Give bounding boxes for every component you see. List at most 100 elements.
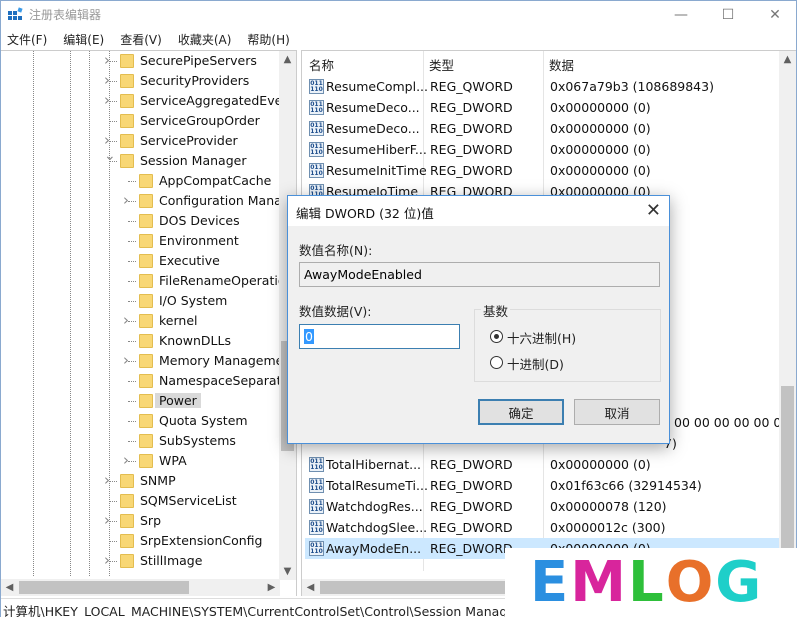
tree-item[interactable]: DOS Devices xyxy=(1,211,281,231)
scroll-right-icon[interactable]: ▶ xyxy=(263,579,280,596)
tree-item[interactable]: › SecurePipeServers xyxy=(1,51,281,71)
tree-item[interactable]: › kernel xyxy=(1,311,281,331)
tree-item-label: Memory Manageme xyxy=(159,353,284,368)
folder-icon xyxy=(139,174,153,188)
tree-item[interactable]: SrpExtensionConfig xyxy=(1,531,281,551)
chevron-right-icon[interactable]: › xyxy=(104,471,114,489)
menu-view[interactable]: 查看(V) xyxy=(114,29,168,49)
chevron-right-icon[interactable]: › xyxy=(104,91,114,109)
chevron-right-icon[interactable]: › xyxy=(123,191,133,209)
tree-item[interactable]: SubSystems xyxy=(1,431,281,451)
chevron-right-icon[interactable]: › xyxy=(123,311,133,329)
tree-item[interactable]: › ServiceAggregatedEven xyxy=(1,91,290,111)
value-row[interactable]: 011 110 ResumeDeco... REG_DWORD 0x00000000 (… xyxy=(305,118,780,139)
chevron-right-icon[interactable]: › xyxy=(104,551,114,569)
tree-connector xyxy=(109,561,117,562)
tree-connector xyxy=(109,141,117,142)
scroll-up-icon[interactable]: ▲ xyxy=(779,51,796,68)
chevron-right-icon[interactable]: › xyxy=(123,451,133,469)
tree-item[interactable]: KnownDLLs xyxy=(1,331,281,351)
value-row[interactable]: 011 110 WatchdogSlee... REG_DWORD 0x0000012c… xyxy=(305,517,780,538)
chevron-right-icon[interactable]: › xyxy=(104,131,114,149)
tree-connector xyxy=(128,281,136,282)
cancel-button[interactable]: 取消 xyxy=(574,399,660,425)
maximize-button[interactable]: ☐ xyxy=(705,1,751,29)
value-data-field[interactable]: 0 xyxy=(299,324,460,349)
tree-item-label: Environment xyxy=(159,233,239,248)
scroll-left-icon[interactable]: ◀ xyxy=(302,579,319,596)
folder-icon xyxy=(120,74,134,88)
tree-item-label: Power xyxy=(155,393,201,408)
chevron-right-icon[interactable]: › xyxy=(123,351,133,369)
tree-item[interactable]: Executive xyxy=(1,251,281,271)
tree-item[interactable]: SQMServiceList xyxy=(1,491,281,511)
tree-item[interactable]: › Configuration Manag xyxy=(1,191,290,211)
value-name: TotalHibernat... xyxy=(326,457,422,472)
radio-decimal[interactable] xyxy=(490,356,503,369)
tree-item[interactable]: AppCompatCache xyxy=(1,171,281,191)
value-row[interactable]: 011 110 TotalHibernat... REG_DWORD 0x0000000… xyxy=(305,454,780,475)
tree-item[interactable]: › WPA xyxy=(1,451,281,471)
chevron-right-icon[interactable]: › xyxy=(104,51,114,69)
tree-hscroll-thumb[interactable] xyxy=(19,581,189,594)
tree-item[interactable]: › StillImage xyxy=(1,551,281,571)
value-name: ResumeDeco... xyxy=(326,100,420,115)
list-hscroll-thumb[interactable] xyxy=(320,581,520,594)
tree-connector xyxy=(128,261,136,262)
value-name: WatchdogRes... xyxy=(326,499,423,514)
tree-item[interactable]: › Srp xyxy=(1,511,281,531)
tree-item[interactable]: Quota System xyxy=(1,411,281,431)
column-header-type[interactable]: 类型 xyxy=(429,55,454,74)
close-button[interactable]: ✕ xyxy=(752,1,797,29)
scroll-up-icon[interactable]: ▲ xyxy=(279,51,296,68)
radio-hex[interactable] xyxy=(490,330,503,343)
value-row[interactable]: 011 110 ResumeInitTime REG_DWORD 0x00000000 … xyxy=(305,160,780,181)
column-header-data[interactable]: 数据 xyxy=(549,55,574,74)
value-name-field[interactable]: AwayModeEnabled xyxy=(299,262,660,287)
minimize-button[interactable]: — xyxy=(658,1,704,29)
radio-hex-label[interactable]: 十六进制(H) xyxy=(507,328,576,347)
tree-item[interactable]: Environment xyxy=(1,231,281,251)
tree-item[interactable]: FileRenameOperatio xyxy=(1,271,285,291)
tree-item-label: Session Manager xyxy=(140,153,247,168)
menu-favorites[interactable]: 收藏夹(A) xyxy=(172,29,238,49)
value-row[interactable]: 011 110 TotalResumeTi... REG_DWORD 0x01f63c6… xyxy=(305,475,780,496)
status-path: 计算机\HKEY_LOCAL_MACHINE\SYSTEM\CurrentCon… xyxy=(3,604,532,617)
list-vertical-scrollbar[interactable]: ▲ xyxy=(779,51,796,596)
scroll-down-icon[interactable]: ▼ xyxy=(279,563,296,580)
value-type: REG_DWORD xyxy=(430,478,513,493)
binary-value-icon: 011110 xyxy=(309,541,324,556)
tree-item[interactable]: › SecurityProviders xyxy=(1,71,281,91)
value-name: TotalResumeTi... xyxy=(326,478,428,493)
chevron-right-icon[interactable]: › xyxy=(104,511,114,529)
tree-item[interactable]: I/O System xyxy=(1,291,281,311)
scroll-left-icon[interactable]: ◀ xyxy=(1,579,18,596)
folder-icon xyxy=(139,214,153,228)
tree-item[interactable]: ⌄ Session Manager xyxy=(1,148,281,171)
dialog-close-icon[interactable]: ✕ xyxy=(646,200,661,221)
tree-item[interactable]: › Memory Manageme xyxy=(1,351,284,371)
tree-horizontal-scrollbar[interactable]: ◀ ▶ xyxy=(1,579,280,596)
chevron-right-icon[interactable]: › xyxy=(104,71,114,89)
tree-item[interactable]: NamespaceSeparatio xyxy=(1,371,293,391)
value-row[interactable]: 011 110 ResumeHiberF... REG_DWORD 0x00000000… xyxy=(305,139,780,160)
menu-help[interactable]: 帮助(H) xyxy=(241,29,295,49)
menu-file[interactable]: 文件(F) xyxy=(1,29,53,49)
radio-decimal-label[interactable]: 十进制(D) xyxy=(507,354,564,373)
column-header-name[interactable]: 名称 xyxy=(309,55,334,74)
value-row[interactable]: 011 110 ResumeDeco... REG_DWORD 0x00000000 (… xyxy=(305,97,780,118)
value-row[interactable]: 011 110 ResumeCompl... REG_QWORD 0x067a79b3 … xyxy=(305,76,780,97)
tree-item[interactable]: Power xyxy=(1,391,281,411)
tree-item[interactable]: ServiceGroupOrder xyxy=(1,111,281,131)
tree-item[interactable]: › SNMP xyxy=(1,471,281,491)
tree-connector xyxy=(109,81,117,82)
value-row[interactable]: 011 110 WatchdogRes... REG_DWORD 0x00000078 … xyxy=(305,496,780,517)
menu-edit[interactable]: 编辑(E) xyxy=(57,29,110,49)
tree-item-label: SubSystems xyxy=(159,433,236,448)
tree-item[interactable]: › ServiceProvider xyxy=(1,131,281,151)
folder-icon xyxy=(120,134,134,148)
value-type: REG_DWORD xyxy=(430,457,513,472)
tree-connector xyxy=(128,441,136,442)
ok-button[interactable]: 确定 xyxy=(478,399,564,425)
tree-connector xyxy=(109,481,117,482)
